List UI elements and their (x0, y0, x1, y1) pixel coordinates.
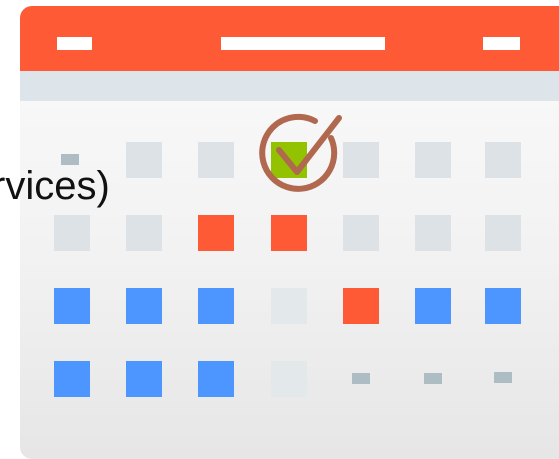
overlay-label: rvices) (0, 164, 110, 208)
calendar-day-busy (198, 215, 234, 251)
calendar-illustration: rvices) (0, 0, 559, 459)
calendar-day (271, 288, 307, 324)
day-marker (352, 373, 370, 384)
calendar-day-booked (54, 288, 90, 324)
calendar-day (271, 361, 307, 397)
header-bar-left (57, 37, 92, 50)
calendar-day-booked (198, 288, 234, 324)
day-marker (424, 373, 442, 384)
calendar-day-booked (126, 361, 162, 397)
header-bar-center (221, 37, 385, 50)
calendar-day (415, 215, 451, 251)
day-marker (494, 372, 512, 383)
calendar-day (415, 142, 451, 178)
calendar-day-busy (343, 288, 379, 324)
calendar-weekday-strip (20, 71, 559, 101)
checkmark-circle-icon (259, 113, 342, 192)
calendar-day (126, 215, 162, 251)
calendar-day (198, 142, 234, 178)
calendar-day-booked (415, 288, 451, 324)
calendar-day (54, 215, 90, 251)
calendar-day-booked (126, 288, 162, 324)
calendar-day-booked (54, 361, 90, 397)
calendar-day (485, 142, 521, 178)
calendar-day-booked (198, 361, 234, 397)
calendar-icon (20, 6, 559, 459)
calendar-day (126, 142, 162, 178)
calendar-day (343, 215, 379, 251)
calendar-day-busy (271, 215, 307, 251)
calendar-header (20, 6, 559, 71)
calendar-day-booked (485, 288, 521, 324)
calendar-day (485, 215, 521, 251)
header-bar-right (483, 37, 520, 50)
